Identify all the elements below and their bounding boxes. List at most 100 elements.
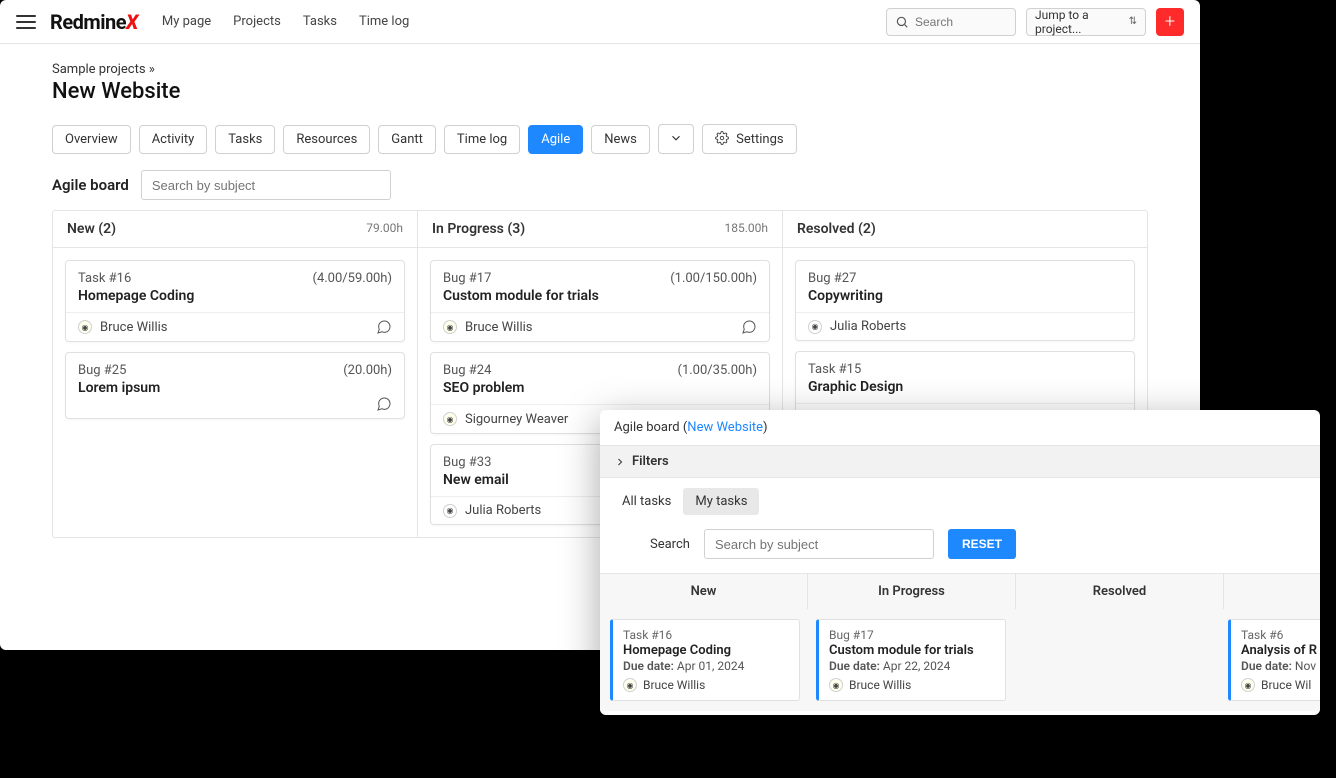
subject-search-input[interactable]	[141, 170, 391, 200]
overlay-window: Agile board (New Website) Filters All ta…	[600, 410, 1320, 715]
global-search[interactable]	[886, 8, 1016, 36]
column-title: New (2)	[67, 221, 116, 237]
tab-gantt[interactable]: Gantt	[378, 125, 436, 154]
settings-label: Settings	[736, 132, 783, 147]
card-time: (1.00/35.00h)	[678, 363, 758, 378]
header: RedmineX My page Projects Tasks Time log…	[0, 0, 1200, 44]
card-ref: Task #16	[623, 628, 789, 642]
card-title: Graphic Design	[808, 379, 1122, 395]
overlay-card[interactable]: Bug #17 Custom module for trials Due dat…	[816, 619, 1006, 701]
card-title: Analysis of R	[1241, 643, 1320, 658]
logo-text: Redmine	[50, 10, 126, 34]
assignee-name: Bruce Willis	[100, 320, 167, 335]
overlay-card[interactable]: Task #6 Analysis of R Due date: Nov ◉Bru…	[1228, 619, 1320, 701]
card-title: Lorem ipsum	[78, 380, 392, 396]
overlay-col-head: In Progress	[808, 574, 1015, 609]
card-ref: Bug #27	[808, 271, 856, 286]
card-title: Copywriting	[808, 288, 1122, 304]
board-card[interactable]: Bug #27 Copywriting ◉Julia Roberts	[795, 260, 1135, 341]
tab-tasks[interactable]: Tasks	[215, 125, 275, 154]
tab-resources[interactable]: Resources	[283, 125, 370, 154]
assignee-name: Julia Roberts	[830, 319, 906, 334]
column-hours: 79.00h	[366, 221, 403, 237]
overlay-col-head: Resolved	[1016, 574, 1223, 609]
assignee[interactable]: ◉Julia Roberts	[808, 319, 906, 334]
nav-my-page[interactable]: My page	[162, 14, 211, 29]
board-card[interactable]: Bug #25 (20.00h) Lorem ipsum	[65, 352, 405, 419]
card-title: Custom module for trials	[829, 643, 995, 658]
overlay-suffix: )	[763, 420, 768, 435]
card-time: (20.00h)	[343, 363, 392, 378]
avatar-icon: ◉	[623, 678, 637, 692]
overlay-search-input[interactable]	[704, 529, 934, 559]
avatar-icon: ◉	[443, 412, 457, 426]
nav-projects[interactable]: Projects	[233, 14, 281, 29]
card-title: SEO problem	[443, 380, 757, 396]
tab-overview[interactable]: Overview	[52, 125, 131, 154]
overlay-search-row: Search RESET	[600, 515, 1320, 573]
card-ref: Bug #24	[443, 363, 491, 378]
column-cards: Task #16 (4.00/59.00h) Homepage Coding ◉ B…	[53, 248, 417, 431]
jump-label: Jump to a project...	[1035, 8, 1129, 36]
avatar-icon: ◉	[443, 504, 457, 518]
main-nav: My page Projects Tasks Time log	[162, 14, 409, 29]
page-head: Sample projects » New Website	[0, 44, 1200, 112]
board-card[interactable]: Bug #17(1.00/150.00h) Custom module for …	[430, 260, 770, 342]
overlay-search-label: Search	[650, 537, 690, 552]
avatar-icon: ◉	[1241, 678, 1255, 692]
card-due: Due date: Nov	[1241, 659, 1320, 673]
agile-board-head: Agile board	[0, 154, 1200, 210]
board-card[interactable]: Task #16 (4.00/59.00h) Homepage Coding ◉ B…	[65, 260, 405, 342]
tab-news[interactable]: News	[591, 125, 650, 154]
assignee-name: Sigourney Weaver	[465, 412, 568, 427]
nav-tasks[interactable]: Tasks	[303, 14, 337, 29]
tab-activity[interactable]: Activity	[139, 125, 208, 154]
logo[interactable]: RedmineX	[50, 10, 138, 34]
search-input[interactable]	[915, 15, 1005, 29]
card-assignee: ◉Bruce Willis	[829, 678, 995, 692]
card-title: Homepage Coding	[78, 288, 392, 304]
assignee[interactable]: ◉Bruce Willis	[443, 320, 532, 335]
board-column: New (2) 79.00h Task #16 (4.00/59.00h) Home…	[53, 211, 418, 537]
logo-x: X	[126, 10, 138, 34]
avatar-icon: ◉	[78, 320, 92, 334]
card-title: Homepage Coding	[623, 643, 789, 658]
card-ref: Task #16	[78, 271, 131, 286]
card-ref: Bug #33	[443, 455, 491, 470]
filters-bar[interactable]: Filters	[600, 445, 1320, 478]
comment-icon[interactable]	[741, 319, 757, 335]
comment-icon[interactable]	[376, 396, 392, 412]
hamburger-icon[interactable]	[16, 15, 36, 29]
tab-more[interactable]	[658, 124, 694, 154]
page-title: New Website	[52, 79, 1148, 104]
jump-to-project[interactable]: Jump to a project... ⇅	[1026, 8, 1146, 36]
assignee-name: Bruce Willis	[465, 320, 532, 335]
overlay-columns: NewIn ProgressResolvedFe	[600, 573, 1320, 609]
tab-agile[interactable]: Agile	[528, 125, 583, 154]
tab-my-tasks[interactable]: My tasks	[683, 488, 759, 515]
project-tabs: Overview Activity Tasks Resources Gantt …	[0, 112, 1200, 154]
card-time: (4.00/59.00h)	[313, 271, 393, 286]
tab-all-tasks[interactable]: All tasks	[610, 488, 683, 515]
card-assignee: ◉Bruce Willis	[623, 678, 789, 692]
card-due: Due date: Apr 22, 2024	[829, 659, 995, 673]
reset-button[interactable]: RESET	[948, 529, 1016, 559]
column-title: In Progress (3)	[432, 221, 525, 237]
avatar-icon: ◉	[829, 678, 843, 692]
assignee[interactable]: ◉ Sigourney Weaver	[443, 412, 568, 427]
breadcrumb[interactable]: Sample projects »	[52, 62, 1148, 77]
agile-board-title: Agile board	[52, 176, 129, 194]
tab-settings[interactable]: Settings	[702, 124, 797, 154]
tab-time-log[interactable]: Time log	[444, 125, 520, 154]
search-icon	[895, 15, 909, 29]
nav-time-log[interactable]: Time log	[359, 14, 409, 29]
assignee[interactable]: ◉Julia Roberts	[443, 503, 541, 518]
add-button[interactable]: +	[1156, 8, 1184, 36]
assignee[interactable]: ◉ Bruce Willis	[78, 320, 167, 335]
overlay-card[interactable]: Task #16 Homepage Coding Due date: Apr 0…	[610, 619, 800, 701]
card-ref: Bug #25	[78, 363, 126, 378]
chevron-down-icon	[669, 131, 683, 145]
card-assignee: ◉Bruce Wil	[1241, 678, 1320, 692]
overlay-project-link[interactable]: New Website	[687, 420, 763, 435]
comment-icon[interactable]	[376, 319, 392, 335]
